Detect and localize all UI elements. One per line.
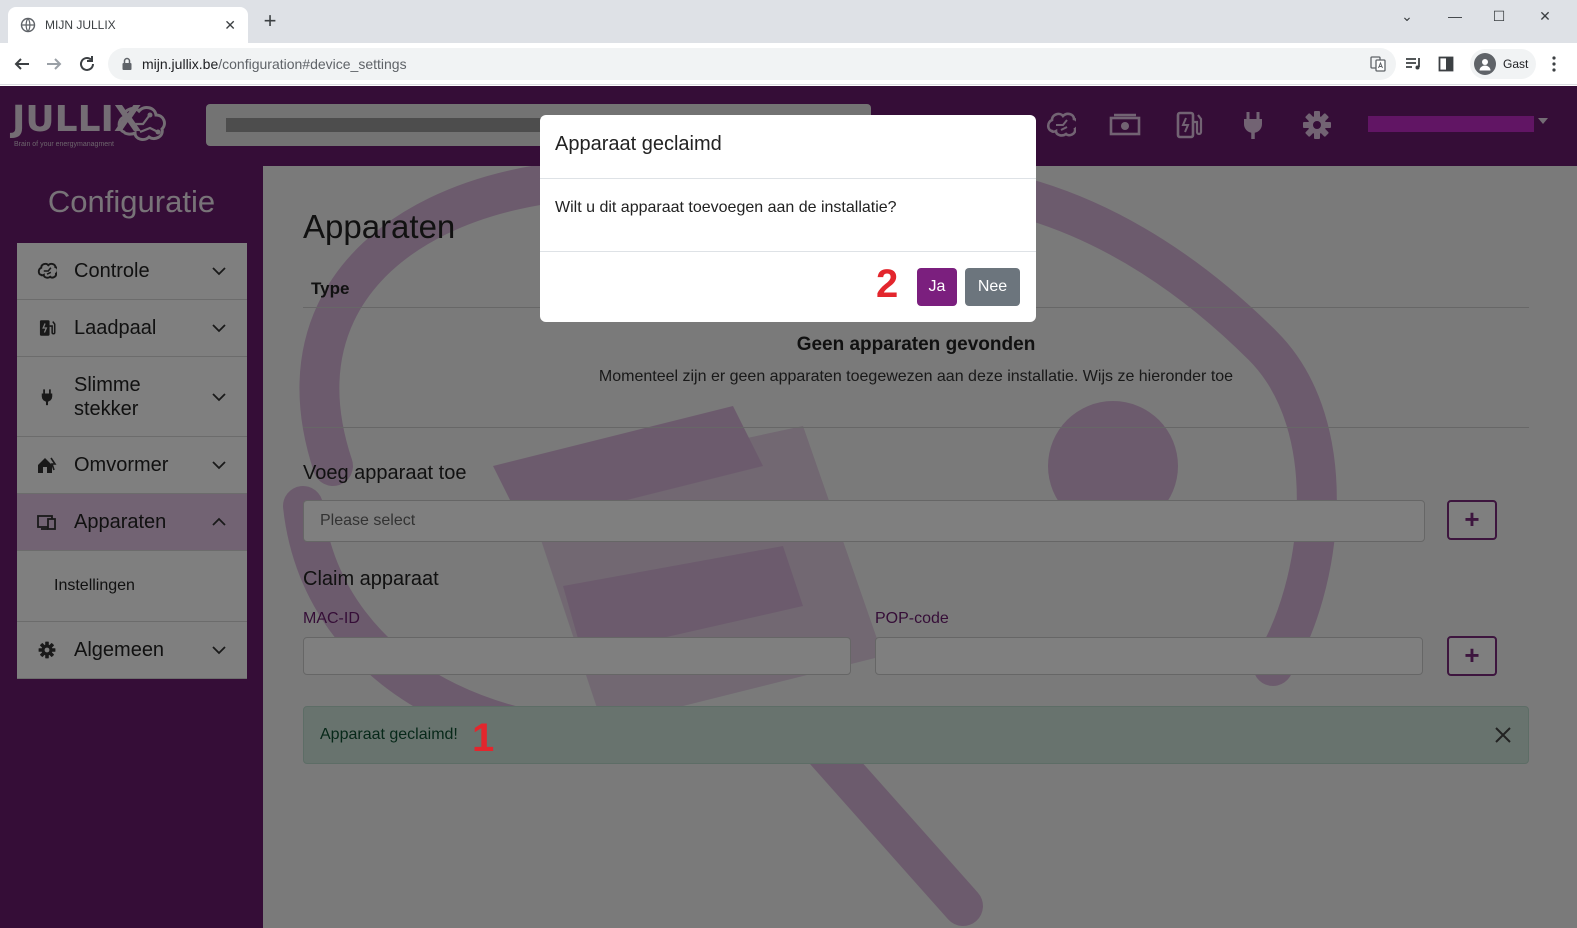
browser-toolbar: mijn.jullix.be/configuration#device_sett…	[0, 43, 1577, 85]
globe-icon	[20, 17, 36, 33]
media-queue-icon[interactable]	[1404, 54, 1424, 74]
more-menu-icon[interactable]	[1544, 54, 1564, 74]
no-button[interactable]: Nee	[965, 268, 1020, 306]
user-avatar-icon	[1474, 53, 1496, 75]
maximize-icon[interactable]: ☐	[1484, 4, 1514, 28]
url-host: mijn.jullix.be	[142, 56, 219, 72]
close-icon[interactable]: ✕	[224, 17, 236, 34]
minimize-icon[interactable]: —	[1440, 4, 1470, 28]
new-tab-button[interactable]: +	[258, 10, 282, 34]
tab-title: MIJN JULLIX	[45, 18, 116, 32]
window-close-icon[interactable]: ✕	[1530, 4, 1560, 28]
translate-icon[interactable]	[1370, 56, 1386, 72]
browser-tab[interactable]: MIJN JULLIX ✕	[8, 7, 248, 43]
annotation-number-2: 2	[876, 262, 899, 306]
forward-icon[interactable]	[42, 52, 66, 76]
confirm-dialog: Apparaat geclaimd Wilt u dit apparaat to…	[540, 115, 1036, 322]
profile-label: Gast	[1503, 57, 1529, 71]
url-text: mijn.jullix.be/configuration#device_sett…	[142, 56, 407, 72]
dialog-header: Apparaat geclaimd	[540, 115, 1036, 179]
dialog-title: Apparaat geclaimd	[555, 133, 722, 155]
reload-icon[interactable]	[75, 52, 99, 76]
browser-tabbar: MIJN JULLIX ✕ + ⌄ — ☐ ✕	[0, 0, 1577, 43]
back-icon[interactable]	[10, 52, 34, 76]
yes-button[interactable]: Ja	[917, 268, 957, 306]
dialog-body: Wilt u dit apparaat toevoegen aan de ins…	[540, 179, 1036, 252]
annotation-number-1: 1	[472, 716, 495, 760]
profile-button[interactable]: Gast	[1470, 49, 1536, 79]
lock-icon	[120, 57, 134, 71]
dialog-footer: 2 Ja Nee	[540, 252, 1036, 322]
address-bar[interactable]: mijn.jullix.be/configuration#device_sett…	[108, 48, 1396, 80]
dialog-message: Wilt u dit apparaat toevoegen aan de ins…	[555, 199, 897, 216]
chevron-down-icon[interactable]: ⌄	[1392, 4, 1422, 28]
side-panel-icon[interactable]	[1436, 54, 1456, 74]
url-path: /configuration#device_settings	[218, 56, 407, 72]
